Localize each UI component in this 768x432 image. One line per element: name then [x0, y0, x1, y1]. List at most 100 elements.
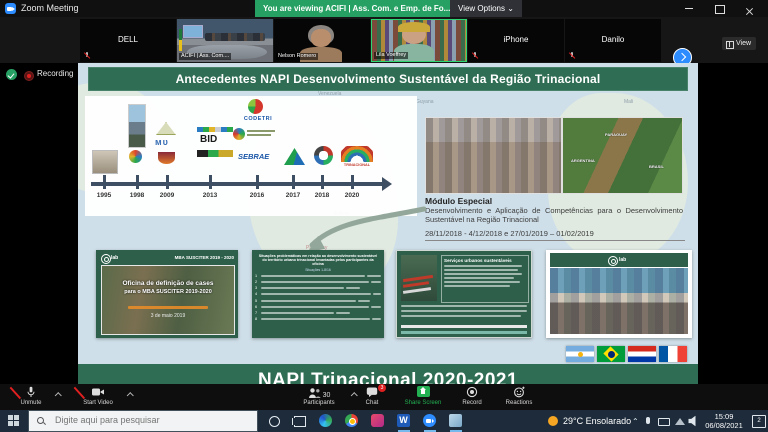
- chat-button[interactable]: 3 Chat: [356, 386, 388, 406]
- river-aerial-photo: PARAGUAY ARGENTINA BRASIL: [562, 117, 683, 194]
- group-photo: [425, 117, 562, 194]
- video-options-caret[interactable]: [128, 392, 133, 397]
- weather-sun-icon: [548, 416, 558, 426]
- participant-name: Nelson Romero: [276, 53, 318, 60]
- participants-button[interactable]: 30 Participants: [288, 386, 350, 406]
- logo-2017-triangle-icon: [284, 148, 305, 165]
- timeline-year: 1995: [90, 192, 118, 199]
- participant-tile[interactable]: ACIFI | Ass. Com....: [177, 19, 273, 62]
- participant-name: Lila Voeffrey: [374, 52, 408, 59]
- search-input[interactable]: [53, 414, 252, 426]
- chrome-icon[interactable]: [344, 413, 360, 429]
- participant-tile[interactable]: DELL: [80, 19, 176, 62]
- chat-badge: 3: [378, 384, 386, 392]
- taskbar-clock[interactable]: 15:09 06/08/2021: [698, 412, 750, 430]
- panel-servicos: Serviços urbanos sustentáveis: [396, 250, 532, 338]
- timeline-year: 2020: [338, 192, 366, 199]
- zoom-meeting-window: Zoom Meeting You are viewing ACIFI | Ass…: [0, 0, 768, 432]
- logo-bid: BID: [200, 134, 217, 145]
- weather-label[interactable]: 29°C Ensolarado: [563, 416, 631, 426]
- notification-count: 2: [757, 418, 760, 424]
- lab-label: lab: [619, 257, 626, 263]
- tray-keyboard-icon[interactable]: [658, 418, 670, 426]
- tray-mic-icon[interactable]: [646, 417, 650, 424]
- participant-tile[interactable]: Danilo: [565, 19, 661, 62]
- chevron-right-icon: [678, 52, 686, 60]
- presentation-slide: Venezuela Guyana Mali Bolivie Paraguay A…: [78, 63, 698, 391]
- slide-title: Antecedentes NAPI Desenvolvimento Susten…: [88, 67, 688, 91]
- footer-bar: [401, 331, 527, 334]
- timeline-year: 2018: [308, 192, 336, 199]
- timeline-year: 2013: [196, 192, 224, 199]
- lab-logo-icon: [101, 254, 111, 264]
- panel-header: MBA SUSCITER 2019 - 2020: [175, 255, 234, 260]
- panel-title: Serviços urbanos sustentáveis: [444, 258, 526, 263]
- minimize-button[interactable]: [676, 0, 702, 17]
- media-app-icon[interactable]: [370, 413, 386, 429]
- chat-label: Chat: [366, 400, 379, 406]
- view-options-button[interactable]: View Options ⌄: [450, 0, 522, 17]
- tray-volume-icon[interactable]: [688, 416, 695, 427]
- logo-fronteiras-line: [247, 134, 271, 136]
- logo-trinacional-label: TRINACIONAL: [337, 163, 377, 167]
- unmute-label: Unmute: [20, 400, 41, 406]
- maximize-button[interactable]: [706, 0, 732, 17]
- participant-tile[interactable]: iPhone: [468, 19, 564, 62]
- flag-paraguay-icon: [628, 346, 656, 362]
- logo-unioeste-icon: [158, 152, 175, 164]
- logo-fronteiras-icon: [233, 128, 245, 140]
- unmute-button[interactable]: Unmute: [10, 386, 52, 406]
- unmute-options-caret[interactable]: [56, 392, 61, 397]
- timeline-arrow: [91, 182, 383, 186]
- panel-oficina-suscitar: lab MBA SUSCITER 2019 - 2020 Oficina de …: [96, 250, 238, 338]
- logo-sebrae: SEBRAE: [238, 152, 280, 161]
- tray-network-icon[interactable]: [675, 418, 685, 425]
- participants-filmstrip: DELL ACIFI | Ass. Com.... Nelson Romero …: [0, 17, 768, 63]
- view-layout-button[interactable]: View: [722, 37, 756, 50]
- muted-mic-icon: [472, 52, 477, 59]
- logo-mu-icon: ᴍᴜ: [155, 137, 179, 148]
- grid-view-icon: [726, 41, 734, 49]
- person-face: [311, 29, 331, 47]
- record-button[interactable]: Record: [454, 386, 490, 406]
- modulo-heading: Módulo Especial: [425, 196, 492, 206]
- flag-france-icon: [659, 346, 687, 362]
- panel-title-line: para o MBA SUSCITER 2019-2020: [102, 289, 234, 295]
- close-button[interactable]: [736, 0, 762, 17]
- map-label: Mali: [624, 99, 633, 105]
- word-icon[interactable]: W: [396, 413, 412, 429]
- start-video-button[interactable]: Start Video: [72, 386, 124, 406]
- panel-title-line: Oficina de definição de cases: [102, 280, 234, 287]
- footer-bar: [401, 325, 527, 328]
- reactions-button[interactable]: Reactions: [496, 386, 542, 406]
- taskbar-search[interactable]: [28, 410, 258, 432]
- orange-text-bar: [128, 306, 208, 309]
- task-view-button[interactable]: [292, 413, 308, 429]
- participant-tile[interactable]: Nelson Romero: [274, 19, 370, 62]
- logo-1995-photo: [92, 150, 118, 174]
- logo-codetri-label: CODETRI: [236, 116, 280, 122]
- participant-name: ACIFI | Ass. Com....: [179, 53, 231, 60]
- river-label: ARGENTINA: [571, 158, 595, 163]
- share-screen-label: Share Screen: [405, 400, 442, 406]
- logo-triangle-icon: [156, 122, 176, 135]
- participant-tile-active-speaker[interactable]: Lila Voeffrey: [371, 19, 467, 62]
- clock-date: 06/08/2021: [698, 421, 750, 430]
- share-screen-button[interactable]: Share Screen: [396, 386, 450, 406]
- shared-screen-area: Recording Venezuela Guyana Mali Bolivie …: [0, 63, 768, 391]
- participants-count: 30: [323, 392, 331, 399]
- modulo-dates: 28/11/2018 - 4/12/2018 e 27/01/2019 – 01…: [425, 229, 685, 241]
- lab-logo-icon: [608, 256, 618, 266]
- notes-app-icon[interactable]: [448, 413, 464, 429]
- cortana-button[interactable]: [266, 413, 282, 429]
- window-titlebar: Zoom Meeting You are viewing ACIFI | Ass…: [0, 0, 768, 17]
- classroom-photo: [550, 268, 688, 334]
- participant-name: iPhone: [468, 35, 564, 44]
- edge-icon[interactable]: [318, 413, 334, 429]
- map-label: Guyana: [416, 99, 434, 105]
- zoom-taskbar-icon[interactable]: [422, 413, 438, 429]
- action-center-button[interactable]: 2: [752, 415, 766, 428]
- start-button[interactable]: [8, 415, 20, 427]
- participant-name: Danilo: [565, 35, 661, 44]
- tray-expand-icon[interactable]: ⌃: [632, 417, 639, 426]
